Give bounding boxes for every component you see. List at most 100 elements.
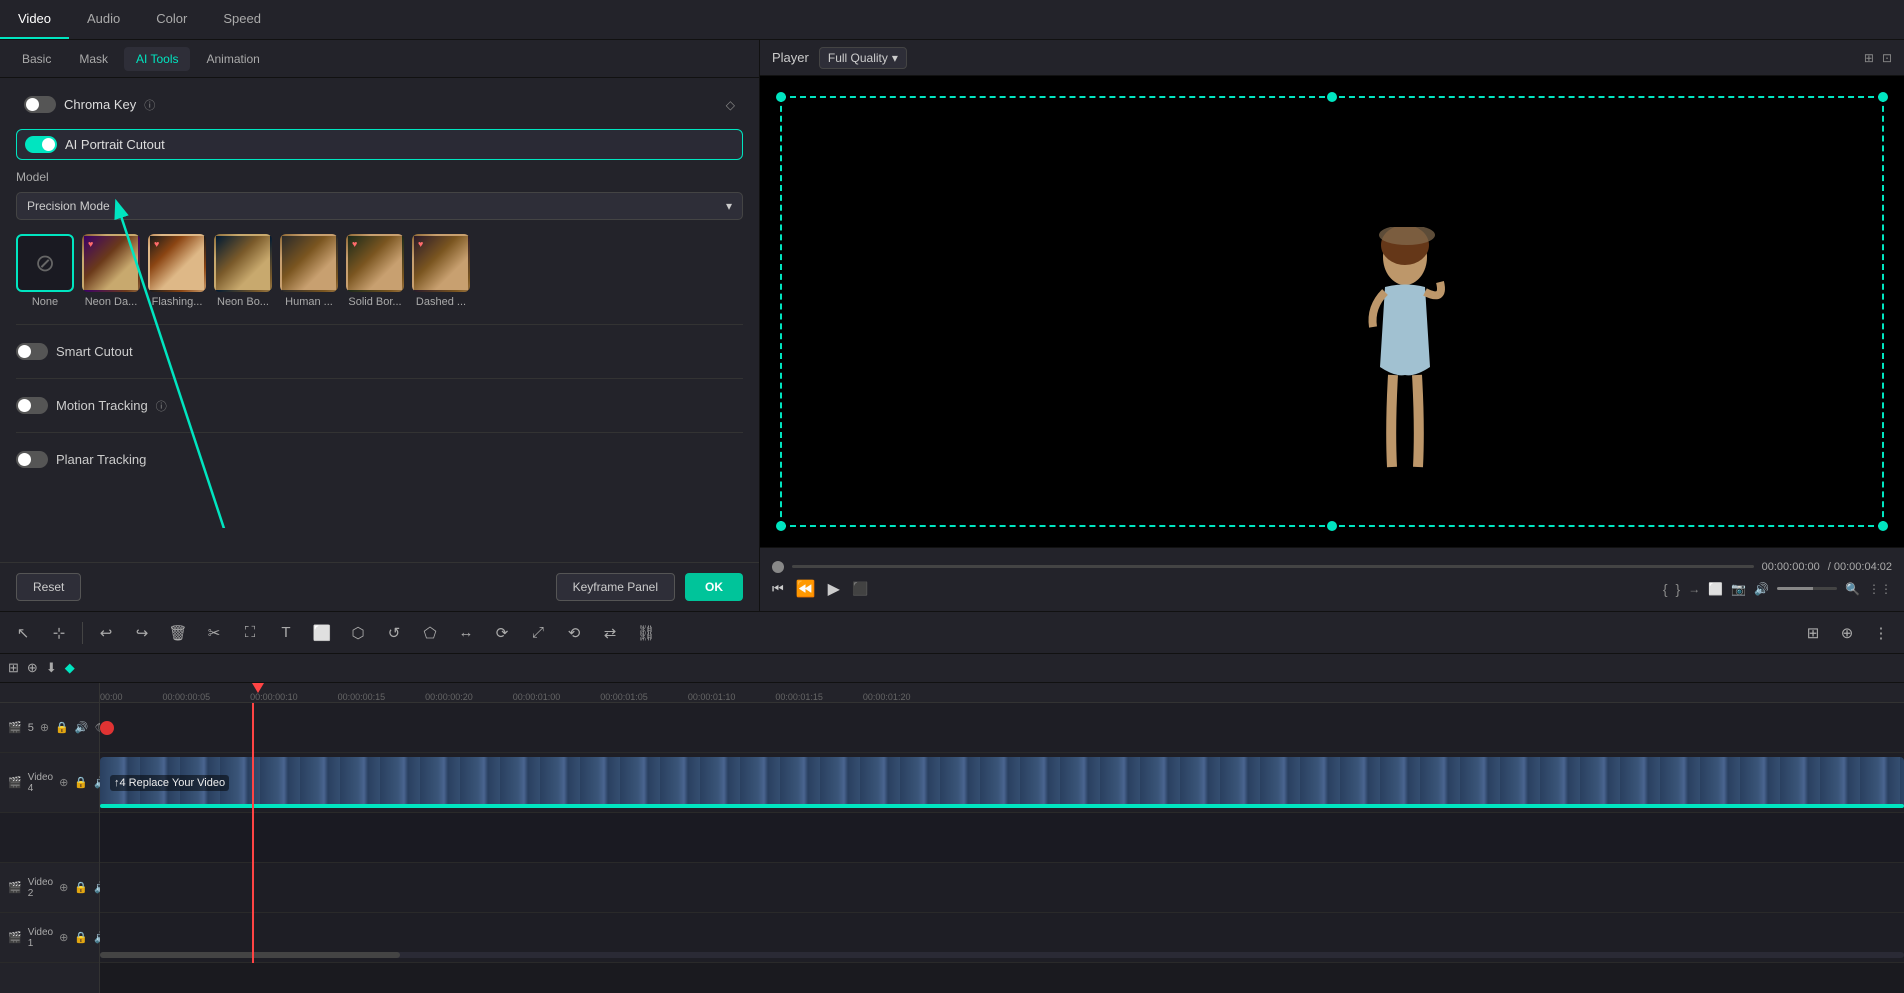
volume-slider[interactable] [1777,587,1837,590]
tool-refresh[interactable]: ⟳ [487,618,517,648]
divider-3 [16,432,743,433]
divider-2 [16,378,743,379]
step-back-button[interactable]: ⏪ [796,579,816,599]
handle-bottom-left[interactable] [776,521,786,531]
camera-icon[interactable]: 📷 [1731,582,1746,596]
handle-bottom-mid[interactable] [1327,521,1337,531]
track-scrollbar[interactable] [100,952,1904,958]
timeline-icon-add[interactable]: ⊕ [27,660,38,676]
chroma-key-toggle[interactable] [24,96,56,113]
smart-cutout-toggle[interactable] [16,343,48,360]
dots-icon[interactable]: ⋮⋮ [1868,582,1892,596]
effect-item-flashing[interactable]: ♥ Flashing... [148,234,206,308]
playhead-marker [252,683,264,693]
tool-redo[interactable]: ↪ [127,618,157,648]
arrow-right-icon[interactable]: → [1688,582,1700,596]
tab-audio[interactable]: Audio [69,0,138,39]
zoom-out-icon[interactable]: 🔍 [1845,582,1860,596]
tool-trim[interactable]: ⛶ [235,618,265,648]
tool-swap[interactable]: ⇄ [595,618,625,648]
tab-animation[interactable]: Animation [194,47,271,71]
track-5-lock[interactable]: 🔒 [55,721,69,734]
tool-text[interactable]: T [271,618,301,648]
progress-circle[interactable] [772,561,784,573]
video-clip-4[interactable]: ↑4 Replace Your Video [100,757,1904,808]
tool-delete[interactable]: 🗑 [163,618,193,648]
tab-basic[interactable]: Basic [10,47,63,71]
model-value: Precision Mode [27,199,110,213]
tool-select[interactable]: ⊹ [44,618,74,648]
tab-color[interactable]: Color [138,0,205,39]
ok-button[interactable]: OK [685,573,743,601]
tool-rect[interactable]: ⬜ [307,618,337,648]
ruler-mark-5: 00:00:01:00 [513,692,601,702]
tool-move[interactable]: ↔ [451,618,481,648]
settings-icon[interactable]: ⊡ [1882,51,1892,65]
tab-mask[interactable]: Mask [67,47,120,71]
timeline-icon-layers[interactable]: ⊞ [8,660,19,676]
motion-tracking-info-icon[interactable]: ⓘ [156,398,167,414]
effect-item-neon-bo[interactable]: Neon Bo... [214,234,272,308]
track-v1-lock[interactable]: 🔒 [74,931,88,944]
handle-top-mid[interactable] [1327,92,1337,102]
effect-heart-dashed: ♥ [418,239,423,249]
tool-cursor[interactable]: ↖ [8,618,38,648]
handle-top-left[interactable] [776,92,786,102]
tool-zoom-in[interactable]: ⊕ [1832,618,1862,648]
motion-tracking-toggle[interactable] [16,397,48,414]
handle-bottom-right[interactable] [1878,521,1888,531]
track-5-speaker[interactable]: 🔊 [75,721,89,734]
ai-portrait-toggle[interactable] [25,136,57,153]
tool-rotate[interactable]: ↺ [379,618,409,648]
effect-item-solid-bor[interactable]: ♥ Solid Bor... [346,234,404,308]
effect-item-dashed[interactable]: ♥ Dashed ... [412,234,470,308]
tab-speed[interactable]: Speed [205,0,279,39]
player-border [780,96,1884,527]
track-row-video2 [100,863,1904,913]
progress-track[interactable] [792,565,1754,568]
effect-item-none[interactable]: ⊘ None [16,234,74,308]
track-scrollbar-thumb[interactable] [100,952,400,958]
tool-link[interactable]: ⛓ [631,618,661,648]
tool-magnet[interactable]: ⟲ [559,618,589,648]
track-5-add[interactable]: ⊕ [40,721,49,734]
skip-back-button[interactable]: ⏮ [772,581,784,597]
chroma-key-info-icon[interactable]: ⓘ [144,97,155,113]
reset-button[interactable]: Reset [16,573,81,601]
quality-select[interactable]: Full Quality ▾ [819,47,907,69]
tool-zoom[interactable]: ⤢ [523,618,553,648]
tool-cut[interactable]: ✂ [199,618,229,648]
bracket-left-icon[interactable]: { [1663,581,1668,597]
effect-item-human[interactable]: Human ... [280,234,338,308]
speaker-icon[interactable]: 🔊 [1754,582,1769,596]
screen-icon[interactable]: ⬜ [1708,582,1723,596]
track-v2-add[interactable]: ⊕ [59,881,68,894]
tool-grid[interactable]: ⊞ [1798,618,1828,648]
effect-label-neon-da: Neon Da... [85,296,138,308]
tool-pentagon[interactable]: ⬠ [415,618,445,648]
tab-video[interactable]: Video [0,0,69,39]
stop-button[interactable]: ⬛ [852,581,868,597]
track-v2-lock[interactable]: 🔒 [74,881,88,894]
tool-poly[interactable]: ⬡ [343,618,373,648]
track-v4-lock[interactable]: 🔒 [74,776,88,789]
effect-item-neon-da[interactable]: ♥ Neon Da... [82,234,140,308]
timeline-icon-download[interactable]: ⬇ [46,660,57,676]
player-title: Player [772,50,809,65]
fullscreen-icon[interactable]: ⊞ [1864,51,1874,65]
keyframe-panel-button[interactable]: Keyframe Panel [556,573,675,601]
tool-more[interactable]: ⋮ [1866,618,1896,648]
tab-ai-tools[interactable]: AI Tools [124,47,190,71]
model-select[interactable]: Precision Mode ▾ [16,192,743,220]
track-label-video2: 🎬 Video 2 ⊕ 🔒 🔊 👁 [0,863,99,913]
handle-top-right[interactable] [1878,92,1888,102]
tool-undo[interactable]: ↩ [91,618,121,648]
track-v1-add[interactable]: ⊕ [59,931,68,944]
player-figure [1355,227,1455,487]
play-button[interactable]: ▶ [828,579,840,599]
track-v4-add[interactable]: ⊕ [59,776,68,789]
bracket-right-icon[interactable]: } [1676,581,1681,597]
timeline-icon-cursor[interactable]: ◆ [65,660,75,676]
effect-label-dashed: Dashed ... [416,296,466,308]
planar-tracking-toggle[interactable] [16,451,48,468]
